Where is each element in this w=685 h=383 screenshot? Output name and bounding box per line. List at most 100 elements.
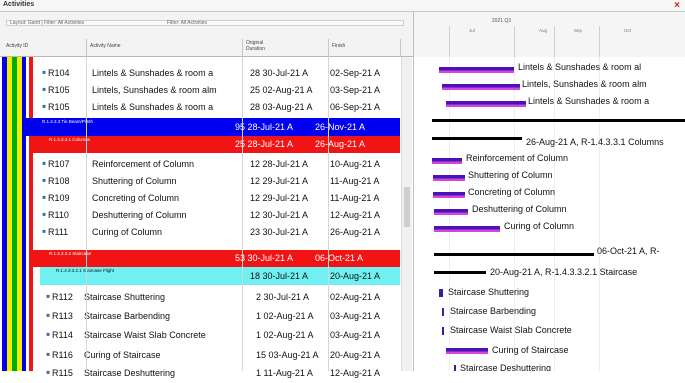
activity-bar[interactable] xyxy=(433,175,465,181)
activity-bar[interactable] xyxy=(446,101,526,107)
bar-label: Lintels & Sunshades & room al xyxy=(518,62,642,72)
column-divider[interactable] xyxy=(328,39,329,57)
bar-label: Reinforcement of Column xyxy=(466,153,569,163)
activity-id: R111 xyxy=(48,227,69,237)
summary-bar[interactable] xyxy=(434,271,486,274)
gantt-chart: Lintels & Sunshades & room al Lintels, S… xyxy=(413,57,685,371)
activity-id: R116 xyxy=(52,350,73,360)
activity-table: ▪ R104 Lintels & Sunshades & room a 28 3… xyxy=(0,57,413,378)
vertical-scrollbar[interactable] xyxy=(401,57,412,371)
activity-id: R113 xyxy=(52,311,73,321)
activity-start: 1 11-Aug-21 A xyxy=(256,368,313,378)
activity-icon: ▪ xyxy=(42,173,47,187)
timescale-month: Aug xyxy=(539,28,548,33)
bar-label: Staircase Barbending xyxy=(450,306,537,316)
activity-id: R115 xyxy=(52,368,73,378)
col-finish[interactable]: Finish xyxy=(332,43,345,49)
activity-icon: ▪ xyxy=(46,308,51,322)
table-row[interactable]: ▪ R111 Curing of Column 23 30-Jul-21 A 2… xyxy=(40,222,400,242)
wbs-row[interactable]: R.1.4.3.3 Tie Beam/Plinth 95 28-Jul-21 A… xyxy=(26,118,400,136)
activity-id: R108 xyxy=(48,176,70,186)
activity-icon: ▪ xyxy=(46,327,51,341)
gantt-timescale: 2021 Q3 Jul Aug Sep Oct xyxy=(413,12,685,57)
activity-bar[interactable] xyxy=(442,327,444,335)
bar-label: Lintels, Sunshades & room alm xyxy=(522,79,647,89)
activity-icon: ▪ xyxy=(42,65,47,79)
activity-icon: ▪ xyxy=(46,289,51,303)
table-row[interactable]: ▪ R105 Lintels & Sunshades & room a 28 0… xyxy=(40,97,400,117)
activity-bar[interactable] xyxy=(454,365,456,371)
activity-icon: ▪ xyxy=(42,99,47,113)
activity-start: 12 30-Jul-21 A xyxy=(250,210,309,220)
col-original-duration[interactable]: Original Duration xyxy=(246,40,276,52)
activity-name: Staircase Waist Slab Concrete xyxy=(84,330,206,340)
activity-name: Staircase Shuttering xyxy=(84,292,166,302)
activity-bar[interactable] xyxy=(432,158,462,164)
timescale-period: 2021 Q3 xyxy=(491,18,512,24)
close-icon[interactable]: × xyxy=(674,0,680,11)
activity-icon: ▪ xyxy=(42,224,47,238)
activity-icon: ▪ xyxy=(42,207,47,221)
activity-bar[interactable] xyxy=(439,289,443,297)
bar-label: Shuttering of Column xyxy=(468,170,553,180)
activity-bar[interactable] xyxy=(442,308,444,316)
table-row[interactable]: ▪ R116 Curing of Staircase 15 03-Aug-21 … xyxy=(44,345,404,365)
bar-label: 06-Oct-21 A, R- xyxy=(597,246,660,256)
activity-finish: 03-Aug-21 A xyxy=(330,330,381,340)
timescale-tick xyxy=(599,26,600,57)
timescale-month: Sep xyxy=(574,28,583,33)
activity-finish: 02-Sep-21 A xyxy=(330,68,381,78)
activity-bar[interactable] xyxy=(439,67,514,73)
activity-icon: ▪ xyxy=(46,347,51,361)
table-row[interactable]: ▪ R115 Staircase Deshuttering 1 11-Aug-2… xyxy=(44,363,404,383)
wbs-start: 25 28-Jul-21 A xyxy=(235,139,294,149)
activity-icon: ▪ xyxy=(42,190,47,204)
activity-finish: 10-Aug-21 A xyxy=(330,159,381,169)
activity-start: 2 30-Jul-21 A xyxy=(256,292,310,302)
activity-icon: ▪ xyxy=(42,156,47,170)
activity-name: Staircase Deshuttering xyxy=(84,368,176,378)
wbs-row[interactable]: R.1.4.3.3.2.1 Staircase Flight 18 30-Jul… xyxy=(40,267,400,285)
column-divider[interactable] xyxy=(242,39,243,57)
timescale-tick xyxy=(514,26,515,57)
activity-bar[interactable] xyxy=(434,209,468,215)
column-gridline xyxy=(242,57,243,371)
column-divider[interactable] xyxy=(86,39,87,57)
table-row[interactable]: ▪ R114 Staircase Waist Slab Concrete 1 0… xyxy=(44,325,404,345)
col-activity-name[interactable]: Activity Name xyxy=(90,43,121,49)
column-divider[interactable] xyxy=(400,39,401,57)
col-activity-id[interactable]: Activity ID xyxy=(6,43,28,49)
activity-finish: 12-Aug-21 A xyxy=(330,368,381,378)
activity-bar[interactable] xyxy=(433,192,465,198)
summary-bar[interactable] xyxy=(432,119,685,122)
activity-id: R112 xyxy=(52,292,73,302)
scrollbar-thumb[interactable] xyxy=(404,187,410,227)
activity-bar[interactable] xyxy=(442,84,520,90)
wbs-row[interactable]: R.1.4.3.3.2 Staircase 53 30-Jul-21 A 06-… xyxy=(33,250,400,267)
table-row[interactable]: ▪ R113 Staircase Barbending 1 02-Aug-21 … xyxy=(44,306,404,326)
summary-bar[interactable] xyxy=(432,137,522,140)
activity-id: R105 xyxy=(48,102,70,112)
layout-filter-text: Layout: Gantt | Filter: All Activities xyxy=(10,20,85,26)
activity-start: 25 02-Aug-21 A xyxy=(250,85,313,95)
wbs-row[interactable]: R.1.4.3.3.1 Columns 25 28-Jul-21 A 26-Au… xyxy=(33,136,400,153)
wbs-finish: 06-Oct-21 A xyxy=(315,253,364,263)
bar-label: Deshuttering of Column xyxy=(472,204,567,214)
activity-finish: 26-Aug-21 A xyxy=(330,227,381,237)
summary-bar[interactable] xyxy=(434,253,594,256)
window-titlebar: Activities × xyxy=(0,0,685,12)
activity-finish: 03-Aug-21 A xyxy=(330,311,381,321)
activity-finish: 11-Aug-21 A xyxy=(330,193,380,203)
timescale-tick xyxy=(554,26,555,57)
wbs-start: 53 30-Jul-21 A xyxy=(235,253,294,263)
activity-bar[interactable] xyxy=(446,348,488,354)
activity-id: R109 xyxy=(48,193,70,203)
filter-bar[interactable]: Layout: Gantt | Filter: All Activities F… xyxy=(6,20,404,26)
activity-id: R107 xyxy=(48,159,70,169)
bar-label: Curing of Column xyxy=(504,221,575,231)
activity-bar[interactable] xyxy=(434,226,500,232)
activity-finish: 06-Sep-21 A xyxy=(330,102,381,112)
column-gridline xyxy=(328,57,329,371)
activity-finish: 11-Aug-21 A xyxy=(330,176,380,186)
table-row[interactable]: ▪ R112 Staircase Shuttering 2 30-Jul-21 … xyxy=(44,287,404,307)
